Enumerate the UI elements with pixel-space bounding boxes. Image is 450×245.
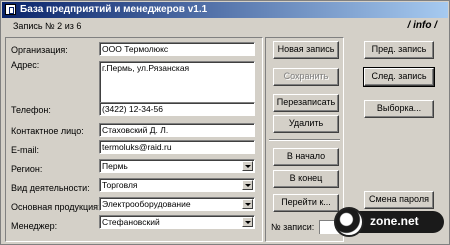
prev-record-button[interactable]: Пред. запись xyxy=(364,41,434,59)
logo-text: zone.net xyxy=(370,214,419,228)
app-icon xyxy=(5,4,16,15)
window-title: База предприятий и менеджеров v1.1 xyxy=(20,4,208,15)
info-link[interactable]: / info / xyxy=(408,20,437,31)
org-label: Организация: xyxy=(11,45,68,55)
save-button[interactable]: Сохранить xyxy=(273,68,339,86)
activity-select[interactable]: Торговля xyxy=(99,178,255,192)
activity-label: Вид деятельности: xyxy=(11,183,90,193)
app-window: База предприятий и менеджеров v1.1 Запис… xyxy=(0,0,450,245)
status-row: Запись № 2 из 6 / info / xyxy=(1,18,449,36)
chevron-down-icon[interactable] xyxy=(242,217,253,227)
manager-label: Менеджер: xyxy=(11,221,58,231)
record-counter: Запись № 2 из 6 xyxy=(13,21,82,31)
select-button[interactable]: Выборка... xyxy=(364,100,434,118)
phone-field[interactable]: (3422) 12-34-56 xyxy=(99,102,255,116)
to-start-button[interactable]: В начало xyxy=(273,148,339,166)
product-value: Электрооборудование xyxy=(102,199,191,209)
contact-field[interactable]: Стаховский Д. Л. xyxy=(99,123,255,137)
region-label: Регион: xyxy=(11,164,43,174)
to-end-button[interactable]: В конец xyxy=(273,170,339,188)
org-field[interactable]: ООО Термолюкс xyxy=(99,42,255,56)
title-bar[interactable]: База предприятий и менеджеров v1.1 xyxy=(2,2,448,18)
manager-value: Стефановский xyxy=(102,217,160,227)
email-label: E-mail: xyxy=(11,145,40,155)
logo-circle-icon xyxy=(334,207,364,237)
manager-select[interactable]: Стефановский xyxy=(99,215,255,229)
chevron-down-icon[interactable] xyxy=(242,161,253,171)
region-select[interactable]: Пермь xyxy=(99,159,255,173)
chevron-down-icon[interactable] xyxy=(242,199,253,209)
email-field[interactable]: termoluks@raid.ru xyxy=(99,140,255,154)
phone-label: Телефон: xyxy=(11,105,51,115)
rewrite-button[interactable]: Перезаписать xyxy=(273,94,339,112)
delete-button[interactable]: Удалить xyxy=(273,115,339,133)
next-record-button[interactable]: След. запись xyxy=(363,67,435,87)
record-number-label: № записи: xyxy=(271,222,315,232)
product-label: Основная продукция: xyxy=(11,202,101,212)
chevron-down-icon[interactable] xyxy=(242,180,253,190)
region-value: Пермь xyxy=(102,161,128,171)
address-label: Адрес: xyxy=(11,60,40,70)
new-record-button[interactable]: Новая запись xyxy=(273,41,339,59)
separator xyxy=(269,139,340,141)
product-select[interactable]: Электрооборудование xyxy=(99,197,255,211)
activity-value: Торговля xyxy=(102,180,138,190)
oszone-logo: zone.net xyxy=(330,201,448,243)
contact-label: Контактное лицо: xyxy=(11,126,84,136)
